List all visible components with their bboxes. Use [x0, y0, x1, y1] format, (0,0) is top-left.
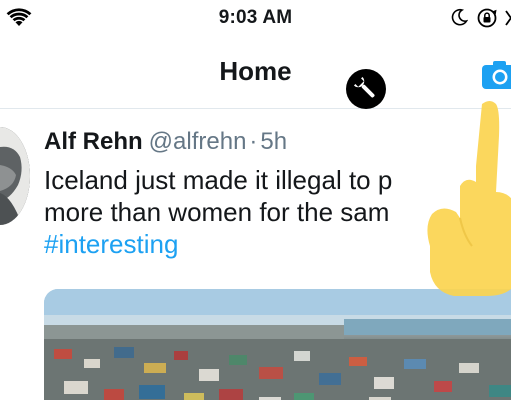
tweet-text-line: Iceland just made it illegal to p — [44, 165, 393, 195]
rotation-lock-icon — [477, 8, 497, 28]
author-handle[interactable]: @alfrehn — [149, 128, 247, 155]
wrench-icon — [353, 76, 375, 98]
moon-icon — [451, 8, 468, 26]
tweet[interactable]: Alf Rehn @alfrehn · 5h Iceland just made it… — [0, 109, 511, 400]
tweet-timestamp: 5h — [260, 128, 288, 155]
battery-icon — [505, 10, 511, 26]
status-bar: 9:03 AM — [0, 0, 511, 36]
city-photo — [44, 289, 511, 400]
nav-bar: Home — [0, 36, 511, 109]
twitter-home-screen: 9:03 AM Home Alf Rehn @alfrehn · 5h Icel… — [0, 0, 511, 400]
tweet-text: Iceland just made it illegal to p more t… — [44, 164, 511, 260]
wrench-button[interactable] — [346, 69, 386, 109]
avatar-photo — [0, 127, 30, 225]
hashtag-link[interactable]: #interesting — [44, 228, 511, 260]
camera-button[interactable] — [480, 58, 511, 92]
avatar[interactable] — [0, 127, 30, 225]
author-name[interactable]: Alf Rehn — [44, 128, 143, 155]
status-time: 9:03 AM — [218, 7, 293, 28]
tweet-media-photo[interactable] — [44, 289, 511, 400]
page-title: Home — [219, 56, 292, 86]
separator-dot: · — [249, 128, 258, 155]
tweet-header: Alf Rehn @alfrehn · 5h — [44, 127, 287, 157]
camera-icon — [482, 61, 511, 89]
tweet-text-line: more than women for the sam — [44, 197, 390, 227]
